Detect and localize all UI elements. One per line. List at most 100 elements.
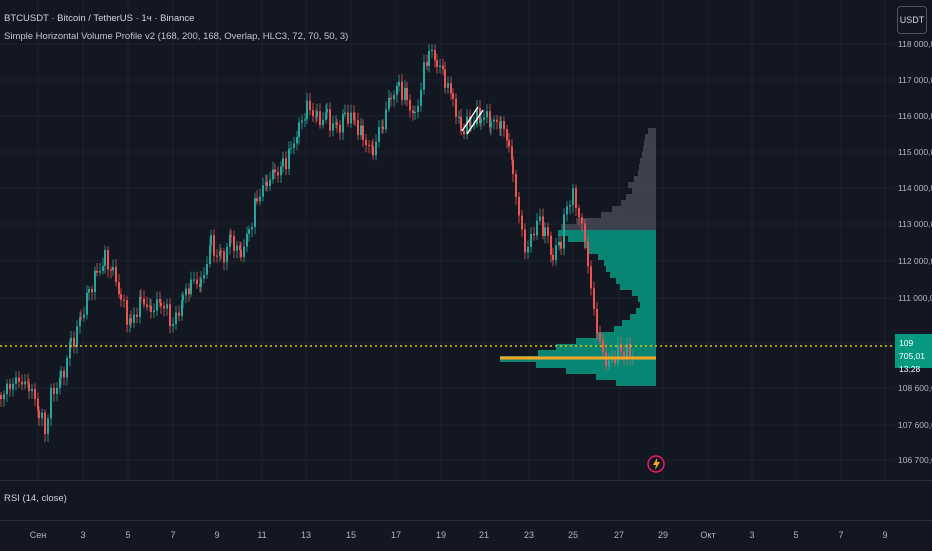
candle-body xyxy=(236,245,238,251)
price-axis[interactable]: 118 000,00 117 000,00 116 000,00 115 000,00… xyxy=(898,39,932,465)
candle-body xyxy=(41,412,43,419)
candle-body xyxy=(153,310,155,313)
candle-body xyxy=(602,340,604,353)
candle-body xyxy=(83,314,85,318)
candle-body xyxy=(339,124,341,133)
candle-body xyxy=(76,326,78,347)
candle-body xyxy=(342,114,344,133)
candle-body xyxy=(581,217,583,224)
candle-body xyxy=(210,235,212,246)
candle-body xyxy=(500,121,502,129)
candle-body xyxy=(223,251,225,263)
price-axis-label: 111 000,00 xyxy=(898,293,932,303)
currency-button[interactable]: USDT xyxy=(897,6,927,34)
candle-body xyxy=(226,246,228,263)
rsi-legend[interactable]: RSI (14, close) xyxy=(4,493,67,504)
candle-body xyxy=(480,119,482,124)
candle-body xyxy=(566,206,568,215)
candle-body xyxy=(86,292,88,315)
volume-profile-bar xyxy=(622,320,656,326)
candle-body xyxy=(447,83,449,88)
price-axis-label: 106 700,00 xyxy=(898,455,932,465)
volume-profile-bar xyxy=(648,128,656,134)
volume-profile-bar xyxy=(561,224,656,230)
candle-body xyxy=(312,110,314,117)
price-axis-label: 112 000,00 xyxy=(898,256,932,266)
candle-body xyxy=(277,172,279,176)
candle-body xyxy=(88,288,90,293)
candle-body xyxy=(306,100,308,120)
candle-body xyxy=(104,250,106,266)
candle-body xyxy=(617,344,619,363)
candle-body xyxy=(527,247,529,253)
candle-body xyxy=(578,207,580,218)
time-axis-label: 25 xyxy=(568,530,578,540)
candle-body xyxy=(393,94,395,100)
candle-body xyxy=(544,227,546,237)
symbol-legend[interactable]: BTCUSDT · Bitcoin / TetherUS · 1ч · Bina… xyxy=(4,13,194,24)
volume-profile-bar xyxy=(610,272,656,278)
candle-body xyxy=(436,60,438,67)
candle-body xyxy=(38,410,40,419)
candle-body xyxy=(203,274,205,279)
candle-body xyxy=(593,288,595,309)
volume-profile-bar xyxy=(645,134,656,140)
volume-profile-bar xyxy=(638,170,656,176)
candle-body xyxy=(133,314,135,323)
volume-profile-bar xyxy=(642,152,656,158)
candle-body xyxy=(290,148,292,150)
candle-body xyxy=(163,306,165,309)
volume-profile-bar xyxy=(616,278,656,284)
candle-body xyxy=(439,65,441,67)
candle-body xyxy=(169,304,171,327)
chart-pane[interactable]: 118 000,00 117 000,00 116 000,00 115 000,00… xyxy=(0,0,932,480)
time-axis-label: 23 xyxy=(524,530,534,540)
candle-body xyxy=(304,119,306,121)
volume-profile-bar xyxy=(536,362,656,368)
candle-body xyxy=(146,304,148,308)
price-chart[interactable]: 118 000,00 117 000,00 116 000,00 115 000,00… xyxy=(0,0,932,480)
candle-body xyxy=(512,159,514,174)
volume-profile-bar xyxy=(566,368,656,374)
candle-body xyxy=(483,117,485,120)
time-axis-label: 3 xyxy=(749,530,754,540)
indicator-legend[interactable]: Simple Horizontal Volume Profile v2 (168… xyxy=(4,31,348,42)
time-axis-label: 7 xyxy=(838,530,843,540)
candle-body xyxy=(417,105,419,112)
candle-body xyxy=(584,223,586,242)
candle-body xyxy=(398,81,400,86)
candle-body xyxy=(533,233,535,236)
candle-body xyxy=(493,119,495,122)
candle-body xyxy=(266,181,268,187)
time-axis[interactable]: Сен 3 5 7 9 11 13 15 17 19 21 23 25 27 29 Окт 3 5 7 9 xyxy=(0,520,932,550)
candle-body xyxy=(414,111,416,114)
time-axis-label: 9 xyxy=(214,530,219,540)
candle-body xyxy=(102,265,104,271)
candle-body xyxy=(368,145,370,147)
candle-body xyxy=(99,270,101,273)
candle-body xyxy=(53,387,55,394)
candle-body xyxy=(193,279,195,281)
candle-body xyxy=(587,241,589,267)
candle-body xyxy=(185,288,187,296)
time-axis-label: 3 xyxy=(80,530,85,540)
candle-body xyxy=(60,370,62,378)
volume-profile-bar xyxy=(604,260,656,266)
volume-profile-bar xyxy=(588,248,656,254)
candle-body xyxy=(375,141,377,156)
candle-body xyxy=(280,166,282,176)
candle-body xyxy=(196,279,198,285)
candle-body xyxy=(160,302,162,307)
candle-body xyxy=(378,127,380,142)
candle-body xyxy=(550,235,552,255)
candle-body xyxy=(24,381,26,385)
candle-body xyxy=(178,312,180,316)
candle-body xyxy=(70,337,72,343)
candle-body xyxy=(412,110,414,114)
lightning-icon[interactable] xyxy=(647,455,665,473)
candle-body xyxy=(296,137,298,144)
rsi-pane[interactable]: RSI (14, close) xyxy=(0,480,932,520)
candle-body xyxy=(91,288,93,293)
candlestick-series xyxy=(0,44,634,443)
volume-profile-bar xyxy=(643,146,656,152)
